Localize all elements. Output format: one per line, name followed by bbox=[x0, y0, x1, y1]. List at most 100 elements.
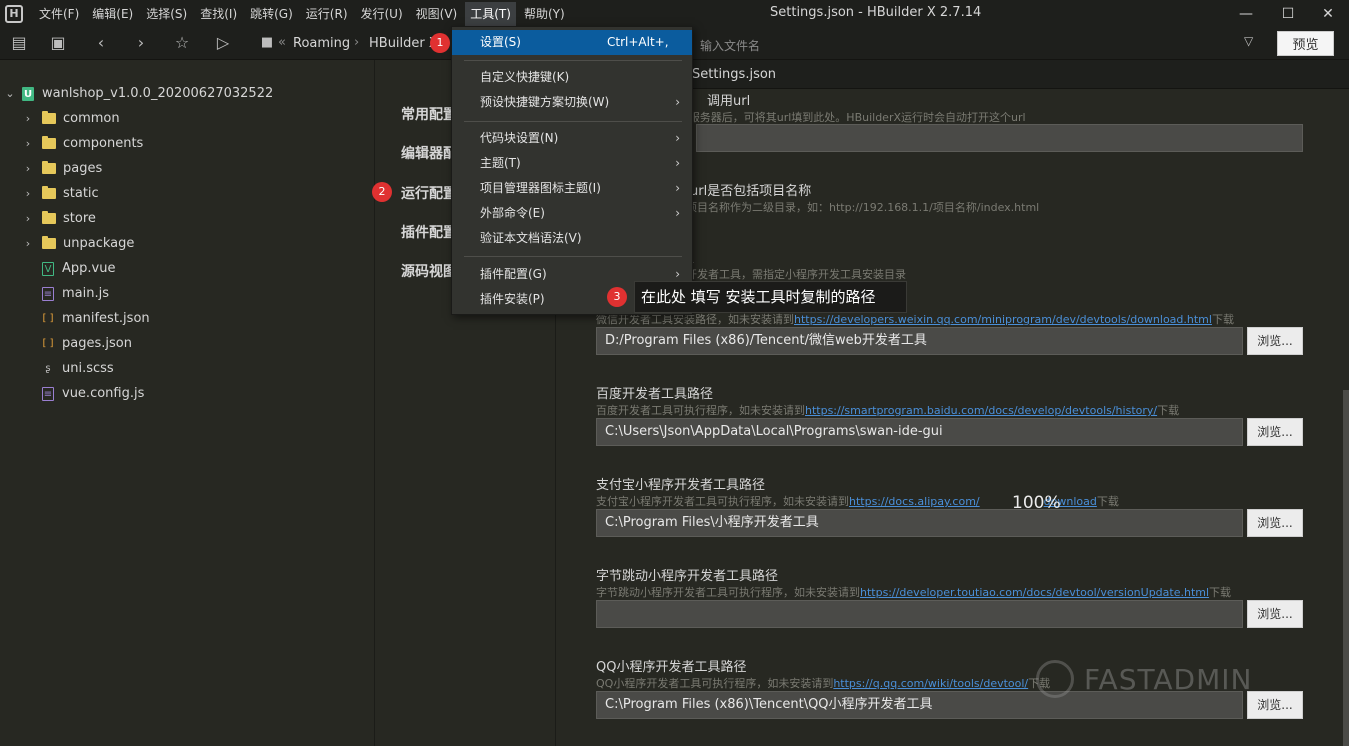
run-icon[interactable]: ▷ bbox=[213, 33, 233, 53]
tree-item-label: common bbox=[63, 111, 120, 126]
chevron-right-icon: › bbox=[675, 131, 680, 145]
preview-button[interactable]: 预览 bbox=[1277, 31, 1334, 56]
forward-icon[interactable]: › bbox=[131, 33, 151, 53]
tree-item-folder[interactable]: › common bbox=[0, 106, 374, 131]
menu-help[interactable]: 帮助(Y) bbox=[519, 2, 570, 26]
project-root[interactable]: ⌄ U wanlshop_v1.0.0_20200627032522 bbox=[0, 81, 374, 106]
setting-description: 百度开发者工具可执行程序，如未安装请到https://smartprogram.… bbox=[596, 404, 1180, 417]
menu-item-label: 代码块设置(N) bbox=[480, 131, 559, 145]
setting-title: 器url是否包括项目名称 bbox=[677, 184, 812, 199]
menu-separator bbox=[464, 60, 682, 61]
breadcrumb-item[interactable]: HBuilder X bbox=[369, 36, 438, 51]
menu-publish[interactable]: 发行(U) bbox=[356, 2, 408, 26]
save-icon[interactable]: ▣ bbox=[48, 33, 68, 53]
menu-item-external-commands[interactable]: 外部命令(E) › bbox=[452, 201, 692, 226]
watermark: FASTADMIN bbox=[1036, 657, 1252, 701]
menu-item-validate-syntax[interactable]: 验证本文档语法(V) bbox=[452, 226, 692, 251]
settings-nav-plugin[interactable]: 插件配置 bbox=[401, 222, 457, 242]
chevron-right-icon[interactable]: › bbox=[22, 187, 34, 200]
download-link[interactable]: https://developer.toutiao.com/docs/devto… bbox=[860, 586, 1209, 599]
back-icon[interactable]: ‹ bbox=[91, 33, 111, 53]
setting-title: 百度开发者工具路径 bbox=[596, 387, 714, 402]
watermark-text: FASTADMIN bbox=[1084, 662, 1253, 696]
menu-view[interactable]: 视图(V) bbox=[411, 2, 463, 26]
tree-item-file[interactable]: [ ] pages.json bbox=[0, 331, 374, 356]
folder-icon: ■ bbox=[260, 35, 274, 50]
setting-title: 支付宝小程序开发者工具路径 bbox=[596, 478, 766, 493]
settings-nav-run[interactable]: 运行配置 bbox=[401, 183, 457, 203]
chevron-right-icon[interactable]: › bbox=[22, 212, 34, 225]
close-icon[interactable]: ✕ bbox=[1305, 0, 1349, 27]
menu-item-label: 自定义快捷键(K) bbox=[480, 70, 570, 84]
settings-nav-source[interactable]: 源码视图 bbox=[401, 261, 457, 281]
wechat-devtools-path-input[interactable]: D:/Program Files (x86)/Tencent/微信web开发者工… bbox=[596, 327, 1243, 355]
tree-item-label: pages.json bbox=[62, 336, 132, 351]
tree-item-file[interactable]: [ ] manifest.json bbox=[0, 306, 374, 331]
filter-icon[interactable]: ▽ bbox=[1244, 34, 1258, 50]
tree-item-file[interactable]: ≡ main.js bbox=[0, 281, 374, 306]
minimize-icon[interactable]: — bbox=[1223, 0, 1269, 27]
menu-item-settings[interactable]: 设置(S) Ctrl+Alt+, bbox=[452, 30, 692, 55]
browse-button[interactable]: 浏览... bbox=[1247, 418, 1303, 446]
menu-separator bbox=[464, 121, 682, 122]
folder-icon bbox=[42, 236, 56, 249]
download-link[interactable]: https://q.qq.com/wiki/tools/devtool/ bbox=[833, 677, 1028, 690]
tree-item-folder[interactable]: › components bbox=[0, 131, 374, 156]
breadcrumb-item[interactable]: Roaming bbox=[293, 36, 350, 51]
menu-item-custom-shortcuts[interactable]: 自定义快捷键(K) bbox=[452, 65, 692, 90]
scss-file-icon: ʂ bbox=[45, 362, 51, 374]
app-logo: H bbox=[5, 4, 23, 23]
tree-item-folder[interactable]: › static bbox=[0, 181, 374, 206]
menu-item-icon-theme[interactable]: 项目管理器图标主题(I) › bbox=[452, 176, 692, 201]
menu-item-label: 验证本文档语法(V) bbox=[480, 231, 582, 245]
download-link[interactable]: https://developers.weixin.qq.com/minipro… bbox=[794, 313, 1212, 326]
chevron-right-icon[interactable]: › bbox=[22, 162, 34, 175]
new-file-icon[interactable]: ▤ bbox=[9, 33, 29, 53]
menu-item-keymap-switch[interactable]: 预设快捷键方案切换(W) › bbox=[452, 90, 692, 115]
chevron-down-icon[interactable]: ⌄ bbox=[4, 87, 16, 100]
chevron-right-icon[interactable]: › bbox=[22, 112, 34, 125]
json-file-icon: [ ] bbox=[42, 312, 54, 324]
menu-select[interactable]: 选择(S) bbox=[141, 2, 192, 26]
tree-item-file[interactable]: ≡ vue.config.js bbox=[0, 381, 374, 406]
chevron-right-icon[interactable]: › bbox=[22, 237, 34, 250]
download-link[interactable]: https://smartprogram.baidu.com/docs/deve… bbox=[805, 404, 1157, 417]
chevron-right-icon: › bbox=[675, 206, 680, 220]
menu-run[interactable]: 运行(R) bbox=[301, 2, 353, 26]
tree-item-folder[interactable]: › store bbox=[0, 206, 374, 231]
menu-tools[interactable]: 工具(T) bbox=[465, 1, 516, 26]
alipay-devtools-path-input[interactable]: C:\Program Files\小程序开发者工具 bbox=[596, 509, 1243, 537]
settings-nav-common[interactable]: 常用配置 bbox=[401, 104, 457, 124]
tools-dropdown-menu: 设置(S) Ctrl+Alt+, 自定义快捷键(K) 预设快捷键方案切换(W) … bbox=[451, 26, 693, 315]
file-search-input[interactable]: 输入文件名 bbox=[700, 37, 1220, 53]
project-explorer: ⌄ U wanlshop_v1.0.0_20200627032522 › com… bbox=[0, 60, 375, 746]
step-badge: 3 bbox=[607, 287, 627, 307]
zoom-indicator: 100% bbox=[1012, 493, 1061, 513]
tree-item-folder[interactable]: › unpackage bbox=[0, 231, 374, 256]
menu-edit[interactable]: 编辑(E) bbox=[87, 2, 138, 26]
menu-find[interactable]: 查找(I) bbox=[195, 2, 242, 26]
baidu-devtools-path-input[interactable]: C:\Users\Json\AppData\Local\Programs\swa… bbox=[596, 418, 1243, 446]
menu-goto[interactable]: 跳转(G) bbox=[245, 2, 298, 26]
launch-url-input[interactable] bbox=[696, 124, 1303, 152]
tree-item-file[interactable]: V App.vue bbox=[0, 256, 374, 281]
menu-item-label: 外部命令(E) bbox=[480, 206, 545, 220]
bookmark-star-icon[interactable]: ☆ bbox=[172, 33, 192, 53]
tab-settings-json[interactable]: Settings.json bbox=[692, 60, 776, 89]
menu-item-label: 预设快捷键方案切换(W) bbox=[480, 95, 610, 109]
menu-item-snippets[interactable]: 代码块设置(N) › bbox=[452, 126, 692, 151]
annotation-tooltip: 在此处 填写 安装工具时复制的路径 bbox=[634, 281, 907, 313]
browse-button[interactable]: 浏览... bbox=[1247, 691, 1303, 719]
download-link[interactable]: https://docs.alipay.com/ bbox=[849, 495, 980, 508]
toutiao-devtools-path-input[interactable] bbox=[596, 600, 1243, 628]
tree-item-file[interactable]: ʂ uni.scss bbox=[0, 356, 374, 381]
browse-button[interactable]: 浏览... bbox=[1247, 327, 1303, 355]
tree-item-folder[interactable]: › pages bbox=[0, 156, 374, 181]
chevron-right-icon[interactable]: › bbox=[22, 137, 34, 150]
browse-button[interactable]: 浏览... bbox=[1247, 600, 1303, 628]
tree-item-label: store bbox=[63, 211, 96, 226]
vertical-scrollbar[interactable] bbox=[1343, 390, 1349, 746]
menu-file[interactable]: 文件(F) bbox=[34, 2, 84, 26]
menu-item-theme[interactable]: 主题(T) › bbox=[452, 151, 692, 176]
browse-button[interactable]: 浏览... bbox=[1247, 509, 1303, 537]
